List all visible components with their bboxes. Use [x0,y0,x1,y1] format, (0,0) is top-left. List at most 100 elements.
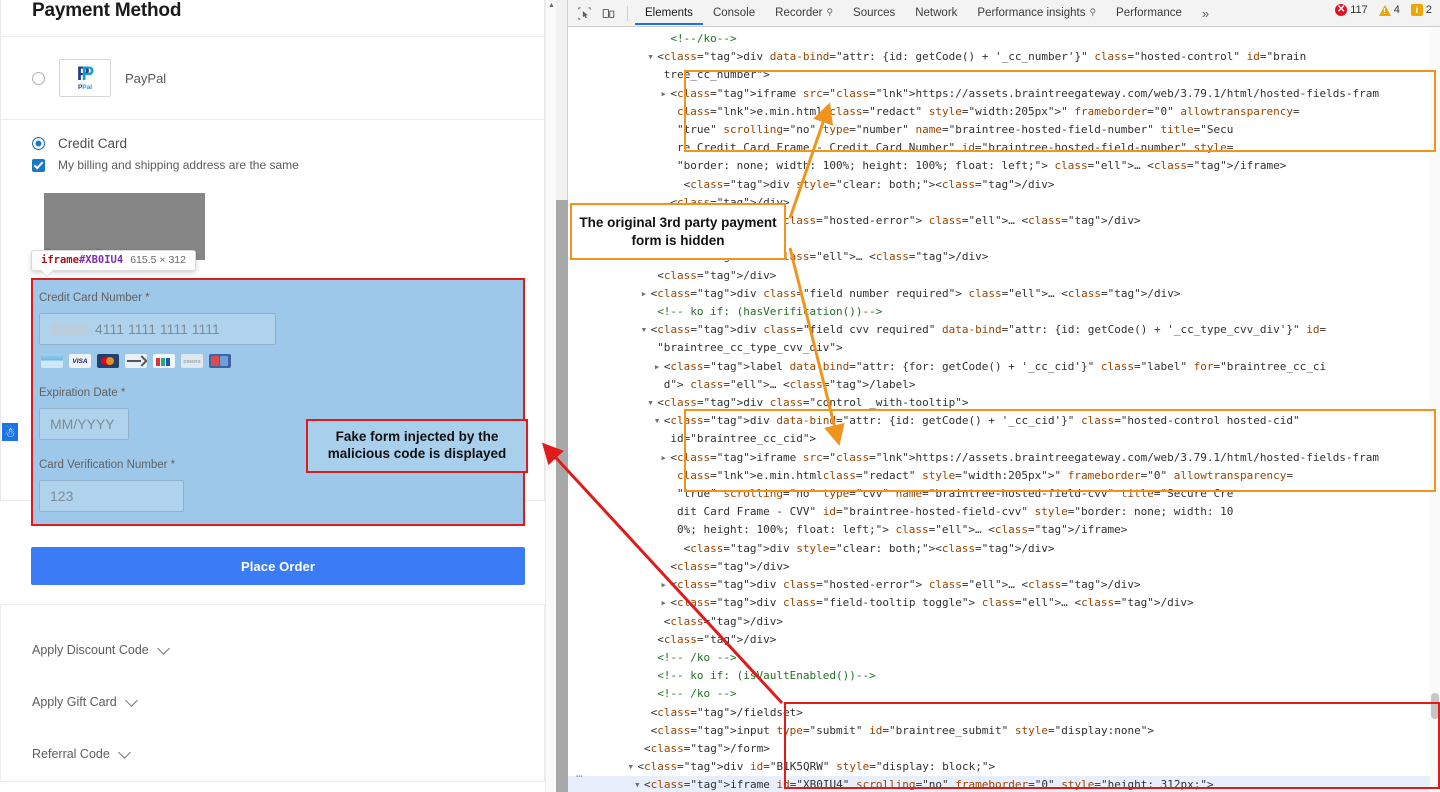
dom-line[interactable]: class="lnk">e.min.html#class="redact" st… [568,103,1440,121]
dom-line[interactable]: <class="tag">/div> [568,267,1440,285]
dom-line[interactable]: <!--/ko--> [568,30,1440,48]
place-order-button[interactable]: Place Order [31,547,525,585]
dom-line[interactable]: d"> class="ell">… <class="tag">/label> [568,376,1440,394]
dom-tree[interactable]: <!--/ko-->▾<class="tag">div data-bind="a… [568,27,1440,792]
dom-line[interactable]: ▾<class="tag">div id="B1K5QRW" style="di… [568,758,1440,776]
dom-line[interactable]: <class="tag">/div> [568,631,1440,649]
credit-card-radio[interactable] [32,137,45,150]
apply-discount-code-label: Apply Discount Code [32,643,149,657]
dom-scrollbar[interactable] [1430,27,1440,792]
dom-line[interactable]: <!-- ko if: (hasVerification())--> [568,303,1440,321]
dom-line[interactable]: "true" scrolling="no" type="number" name… [568,121,1440,139]
device-toolbar-icon[interactable] [596,2,620,24]
issue-counters: ✕ 117 4 i 2 [1331,4,1436,16]
warning-icon [1379,5,1391,16]
tab-performance-label: Performance [1116,7,1182,19]
dom-line[interactable]: "border: none; width: 100%; height: 100%… [568,157,1440,175]
billing-same-checkbox[interactable] [32,159,45,172]
paypal-option-section[interactable]: PP PPal PayPal [1,36,544,119]
dom-line[interactable]: <!-- /ko --> [568,685,1440,703]
dom-line[interactable]: 0%; height: 100%; float: left;"> class="… [568,521,1440,539]
dom-line[interactable]: <class="tag">div style="clear: both;"><c… [568,176,1440,194]
cc-number-input[interactable]: 4111 1111 1111 1111 [39,313,276,345]
dom-line[interactable]: dit Card Frame - CVV" id="braintree-host… [568,503,1440,521]
dom-line[interactable]: ▾<class="tag">div data-bind="attr: {id: … [568,48,1440,66]
dom-line[interactable]: <class="tag">div style="clear: both;"><c… [568,540,1440,558]
cvv-input[interactable]: 123 [39,480,184,512]
info-count: 2 [1426,4,1432,16]
tab-sources[interactable]: Sources [843,2,905,25]
cc-number-group: Credit Card Number * 4111 1111 1111 1111… [33,292,523,368]
dom-line[interactable]: <!-- ko if: (isVaultEnabled())--> [568,667,1440,685]
tab-recorder[interactable]: Recorder⚲ [765,2,843,25]
dom-line[interactable]: <class="tag">/div> [568,558,1440,576]
paypal-radio[interactable] [32,72,45,85]
dom-line[interactable]: ▸<class="tag">div class="field-tooltip t… [568,594,1440,612]
experiment-flask-icon: ⚲ [1089,7,1096,18]
cc-number-label: Credit Card Number * [33,292,523,304]
dom-line[interactable]: ▸<class="tag">div class="hosted-error"> … [568,576,1440,594]
expiration-placeholder: MM/YYYY [50,416,115,432]
chevron-down-icon[interactable] [125,694,138,707]
error-counter[interactable]: ✕ 117 [1331,4,1372,16]
tab-performance[interactable]: Performance [1106,2,1192,25]
billing-same-label: My billing and shipping address are the … [58,158,299,172]
tab-elements[interactable]: Elements [635,2,703,25]
more-tabs-icon[interactable]: » [1192,6,1219,21]
dom-line[interactable]: <class="tag">/div> [568,613,1440,631]
dom-line[interactable]: "true" scrolling="no" type="cvv" name="b… [568,485,1440,503]
dom-line[interactable]: ▾<class="tag">div data-bind="attr: {id: … [568,412,1440,430]
dom-line[interactable]: <class="tag">/form> [568,740,1440,758]
dom-line[interactable]: id="braintree_cc_cid"> [568,430,1440,448]
apply-gift-card-row[interactable]: Apply Gift Card [32,676,544,728]
devtools-splitter[interactable] [556,0,568,792]
dom-line[interactable]: "braintree_cc_type_cvv_div"> [568,339,1440,357]
jcb-icon [153,354,175,368]
dom-line[interactable]: <class="tag">/fieldset> [568,704,1440,722]
dom-line[interactable]: ▸<class="tag">label data-bind="attr: {fo… [568,358,1440,376]
devtools-panel: Elements Console Recorder⚲ Sources Netwo… [568,0,1440,792]
dom-line[interactable]: ▸<class="tag">iframe src="class="lnk">ht… [568,449,1440,467]
dom-line[interactable]: <class="tag">input type="submit" id="bra… [568,722,1440,740]
dom-line[interactable]: ▸<class="tag">iframe src="class="lnk">ht… [568,85,1440,103]
dom-line[interactable]: <!-- /ko --> [568,649,1440,667]
tab-network[interactable]: Network [905,2,967,25]
expiration-label: Expiration Date * [33,387,523,399]
tooltip-tag-name: iframe#XB0IU4 [41,254,123,266]
dom-line[interactable]: re Credit Card Frame - Credit Card Numbe… [568,139,1440,157]
error-icon: ✕ [1335,4,1347,16]
scroll-up-arrow-icon[interactable]: ▲ [546,0,556,11]
accessibility-icon[interactable]: ☃ [1,422,19,442]
warning-counter[interactable]: 4 [1375,4,1404,16]
screenshot-root: Payment Method PP PPal PayPal Cred [0,0,1440,792]
dom-line[interactable]: class="lnk">e.min.htmlclass="redact" sty… [568,467,1440,485]
dom-scrollbar-thumb[interactable] [1431,693,1439,719]
info-counter[interactable]: i 2 [1407,4,1436,16]
dom-line[interactable]: ▾<class="tag">div class="control _with-t… [568,394,1440,412]
referral-code-row[interactable]: Referral Code [32,728,544,780]
credit-card-label: Credit Card [58,136,127,151]
page-scrollbar[interactable]: ▲ [545,0,556,792]
expiration-input[interactable]: MM/YYYY [39,408,129,440]
fake-payment-form: Credit Card Number * 4111 1111 1111 1111… [31,278,525,526]
dom-ellipsis-indicator: … [576,765,583,783]
dom-line[interactable]: ▾<class="tag">div class="field cvv requi… [568,321,1440,339]
dom-line[interactable]: tree_cc_number"> [568,66,1440,84]
dom-line[interactable]: ▾<class="tag">iframe id="XB0IU4" scrolli… [568,776,1440,792]
tab-performance-insights-label: Performance insights [977,7,1085,19]
dom-line[interactable]: ▸<class="tag">div class="field number re… [568,285,1440,303]
checkout-page: Payment Method PP PPal PayPal Cred [0,0,556,792]
chevron-down-icon[interactable] [118,746,131,759]
experiment-flask-icon: ⚲ [826,7,833,18]
chevron-down-icon[interactable] [157,642,170,655]
discover-icon [209,354,231,368]
apply-discount-code-row[interactable]: Apply Discount Code [32,624,544,676]
inspect-element-icon[interactable] [572,2,596,24]
tab-console[interactable]: Console [703,2,765,25]
splitter-grip[interactable] [556,200,568,792]
visa-icon: VISA [69,354,91,368]
tab-performance-insights[interactable]: Performance insights ⚲ [967,2,1106,25]
paypal-wordmark: PPal [78,85,92,92]
info-icon: i [1411,4,1423,16]
page-title: Payment Method [1,0,544,36]
